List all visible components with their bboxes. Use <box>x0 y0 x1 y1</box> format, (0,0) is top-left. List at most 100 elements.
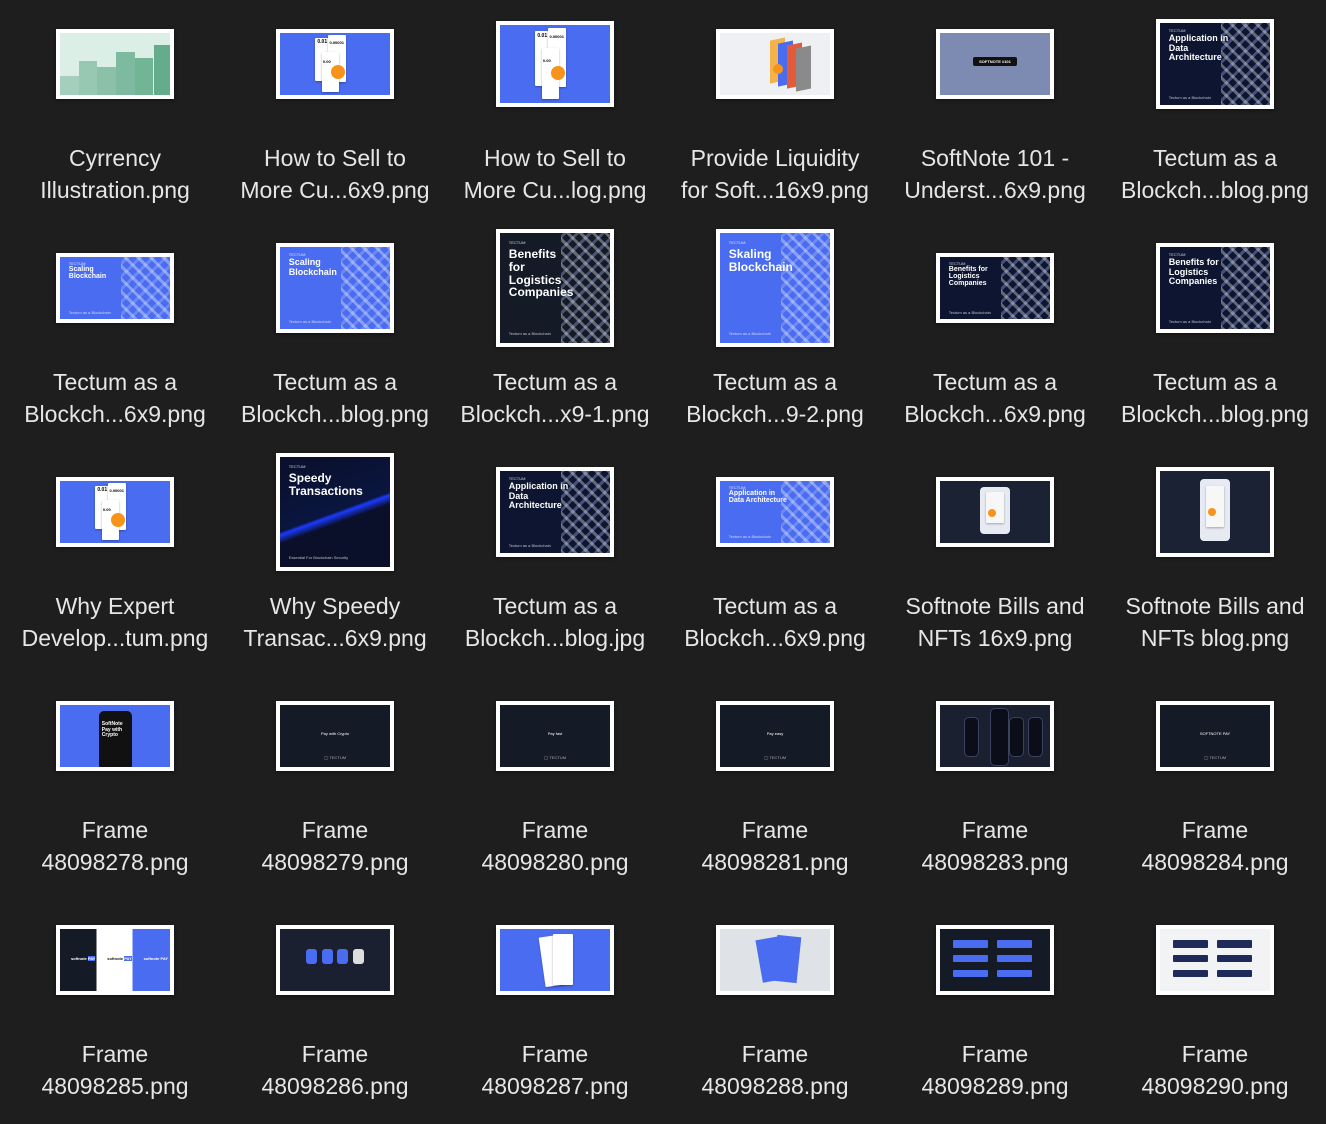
file-name[interactable]: Softnote Bills and NFTs 16x9.png <box>885 590 1105 654</box>
file-thumbnail[interactable]: TECTUM Benefits for Logistics Companies Te… <box>496 229 614 347</box>
file-name[interactable]: Frame 48098287.png <box>445 1038 665 1102</box>
file-item[interactable]: Softnote Bills and NFTs blog.png <box>1105 448 1325 672</box>
file-name[interactable]: Frame 48098280.png <box>445 814 665 878</box>
file-item[interactable]: TECTUM Skaling Blockchain Tectum as a Bloc… <box>665 224 885 448</box>
file-thumbnail[interactable]: softnote PAY softnote PAY softnote PAY <box>56 925 174 995</box>
file-item[interactable]: softnote PAY softnote PAY softnote PAY Fram… <box>5 896 225 1120</box>
file-thumbnail[interactable]: SoftNote Pay with Crypto <box>56 701 174 771</box>
file-item[interactable]: 0.01 0.00001 0.00 How to Sell to More Cu...6… <box>225 0 445 224</box>
file-item[interactable]: TECTUM Benefits for Logistics Companies Te… <box>445 224 665 448</box>
file-thumbnail[interactable]: SOFTNOTE PAY ◯ TECTUM <box>1156 701 1274 771</box>
tectum-logo: TECTUM <box>288 463 306 469</box>
file-thumbnail[interactable]: 0.01 0.00001 0.00 <box>56 477 174 547</box>
file-thumbnail[interactable]: TECTUM Speedy Transactions Essential For B… <box>276 453 394 571</box>
file-item[interactable]: Frame 48098286.png <box>225 896 445 1120</box>
file-thumbnail[interactable] <box>936 701 1054 771</box>
file-name[interactable]: Frame 48098285.png <box>5 1038 225 1102</box>
file-thumbnail[interactable]: Pay easy ◯ TECTUM <box>716 701 834 771</box>
file-name-line1: Frame <box>521 817 589 843</box>
file-name[interactable]: Tectum as a Blockch...blog.png <box>225 366 445 430</box>
file-item[interactable]: Pay fast ◯ TECTUM Frame 48098280.png <box>445 672 665 896</box>
file-name[interactable]: Tectum as a Blockch...9-2.png <box>665 366 885 430</box>
ticket-value: 0.01 <box>97 487 108 494</box>
file-thumbnail[interactable] <box>1156 925 1274 995</box>
file-name[interactable]: How to Sell to More Cu...log.png <box>445 142 665 206</box>
file-thumbnail[interactable] <box>1156 467 1274 557</box>
file-thumbnail[interactable]: 0.01 0.00001 0.00 <box>496 21 614 107</box>
file-thumbnail[interactable] <box>716 925 834 995</box>
file-item[interactable]: TECTUM Application in Data Architecture Te… <box>445 448 665 672</box>
file-name[interactable]: Cyrrency Illustration.png <box>5 142 225 206</box>
file-item[interactable]: Frame 48098288.png <box>665 896 885 1120</box>
file-thumbnail[interactable] <box>496 925 614 995</box>
thumb-title: Application in Data Architecture <box>508 481 569 511</box>
file-name[interactable]: Why Expert Develop...tum.png <box>5 590 225 654</box>
file-item[interactable]: TECTUM Scaling Blockchain Tectum as a Bloc… <box>5 224 225 448</box>
file-name[interactable]: Tectum as a Blockch...blog.png <box>1105 142 1325 206</box>
file-item[interactable]: Softnote Bills and NFTs 16x9.png <box>885 448 1105 672</box>
file-name[interactable]: Tectum as a Blockch...blog.png <box>1105 366 1325 430</box>
file-thumbnail[interactable]: TECTUM Benefits for Logistics Companies Te… <box>1156 243 1274 333</box>
file-thumbnail[interactable] <box>716 29 834 99</box>
file-thumbnail[interactable]: TECTUM Scaling Blockchain Tectum as a Bloc… <box>276 243 394 333</box>
file-thumbnail[interactable]: TECTUM Application in Data Architecture Te… <box>1156 19 1274 109</box>
file-item[interactable]: Frame 48098289.png <box>885 896 1105 1120</box>
file-name[interactable]: Softnote Bills and NFTs blog.png <box>1105 590 1325 654</box>
file-name[interactable]: How to Sell to More Cu...6x9.png <box>225 142 445 206</box>
file-thumbnail[interactable]: TECTUM Skaling Blockchain Tectum as a Bloc… <box>716 229 834 347</box>
file-thumbnail[interactable]: TECTUM Benefits for Logistics Companies Te… <box>936 253 1054 323</box>
file-thumbnail-area: TECTUM Scaling Blockchain Tectum as a Bloc… <box>5 226 225 350</box>
file-name[interactable]: Tectum as a Blockch...blog.jpg <box>445 590 665 654</box>
file-thumbnail[interactable]: Pay with Crypto ◯ TECTUM <box>276 701 394 771</box>
file-item[interactable]: 0.01 0.00001 0.00 How to Sell to More Cu...l… <box>445 0 665 224</box>
file-name[interactable]: SoftNote 101 - Underst...6x9.png <box>885 142 1105 206</box>
file-thumbnail[interactable]: TECTUM Scaling Blockchain Tectum as a Bloc… <box>56 253 174 323</box>
file-item[interactable]: TECTUM Benefits for Logistics Companies Te… <box>1105 224 1325 448</box>
file-name-line1: Tectum as a <box>1153 369 1277 395</box>
file-name[interactable]: Frame 48098278.png <box>5 814 225 878</box>
file-name[interactable]: Tectum as a Blockch...x9-1.png <box>445 366 665 430</box>
file-thumbnail[interactable] <box>936 925 1054 995</box>
file-name[interactable]: Why Speedy Transac...6x9.png <box>225 590 445 654</box>
file-item[interactable]: Pay with Crypto ◯ TECTUM Frame 48098279.png <box>225 672 445 896</box>
file-name[interactable]: Frame 48098279.png <box>225 814 445 878</box>
file-name[interactable]: Frame 48098281.png <box>665 814 885 878</box>
file-item[interactable]: TECTUM Application in Data Architecture Te… <box>665 448 885 672</box>
file-name[interactable]: Frame 48098284.png <box>1105 814 1325 878</box>
file-name[interactable]: Tectum as a Blockch...6x9.png <box>665 590 885 654</box>
file-name[interactable]: Provide Liquidity for Soft...16x9.png <box>665 142 885 206</box>
file-thumbnail[interactable] <box>56 29 174 99</box>
file-item[interactable]: Frame 48098290.png <box>1105 896 1325 1120</box>
file-name[interactable]: Frame 48098290.png <box>1105 1038 1325 1102</box>
file-item[interactable]: 0.01 0.00001 0.00 Why Expert Develop...tum.p… <box>5 448 225 672</box>
ticket-value: 0.00001 <box>109 488 124 494</box>
file-item[interactable]: SoftNote Pay with Crypto Frame 48098278.pn… <box>5 672 225 896</box>
file-item[interactable]: Cyrrency Illustration.png <box>5 0 225 224</box>
file-name[interactable]: Frame 48098283.png <box>885 814 1105 878</box>
file-name[interactable]: Tectum as a Blockch...6x9.png <box>5 366 225 430</box>
phone-shape <box>964 717 980 757</box>
file-item[interactable]: SOFTNOTE PAY ◯ TECTUM Frame 48098284.png <box>1105 672 1325 896</box>
file-thumbnail[interactable]: TECTUM Application in Data Architecture Te… <box>496 467 614 557</box>
file-name[interactable]: Frame 48098289.png <box>885 1038 1105 1102</box>
file-thumbnail[interactable] <box>276 925 394 995</box>
file-thumbnail[interactable] <box>936 477 1054 547</box>
file-item[interactable]: TECTUM Scaling Blockchain Tectum as a Bloc… <box>225 224 445 448</box>
file-item[interactable]: Pay easy ◯ TECTUM Frame 48098281.png <box>665 672 885 896</box>
file-item[interactable]: TECTUM Speedy Transactions Essential For B… <box>225 448 445 672</box>
file-item[interactable]: Frame 48098287.png <box>445 896 665 1120</box>
file-thumbnail[interactable]: SOFTNOTE #101 <box>936 29 1054 99</box>
file-thumbnail-area <box>885 898 1105 1022</box>
file-item[interactable]: TECTUM Benefits for Logistics Companies Te… <box>885 224 1105 448</box>
file-name[interactable]: Frame 48098286.png <box>225 1038 445 1102</box>
file-thumbnail[interactable]: TECTUM Application in Data Architecture Te… <box>716 477 834 547</box>
file-name[interactable]: Frame 48098288.png <box>665 1038 885 1102</box>
file-name[interactable]: Tectum as a Blockch...6x9.png <box>885 366 1105 430</box>
file-thumbnail[interactable]: Pay fast ◯ TECTUM <box>496 701 614 771</box>
file-item[interactable]: TECTUM Application in Data Architecture Te… <box>1105 0 1325 224</box>
file-item[interactable]: Provide Liquidity for Soft...16x9.png <box>665 0 885 224</box>
file-item[interactable]: SOFTNOTE #101 SoftNote 101 - Underst...6x9… <box>885 0 1105 224</box>
file-thumbnail[interactable]: 0.01 0.00001 0.00 <box>276 29 394 99</box>
thumbnail-image: Pay easy ◯ TECTUM <box>720 705 830 767</box>
file-item[interactable]: Frame 48098283.png <box>885 672 1105 896</box>
